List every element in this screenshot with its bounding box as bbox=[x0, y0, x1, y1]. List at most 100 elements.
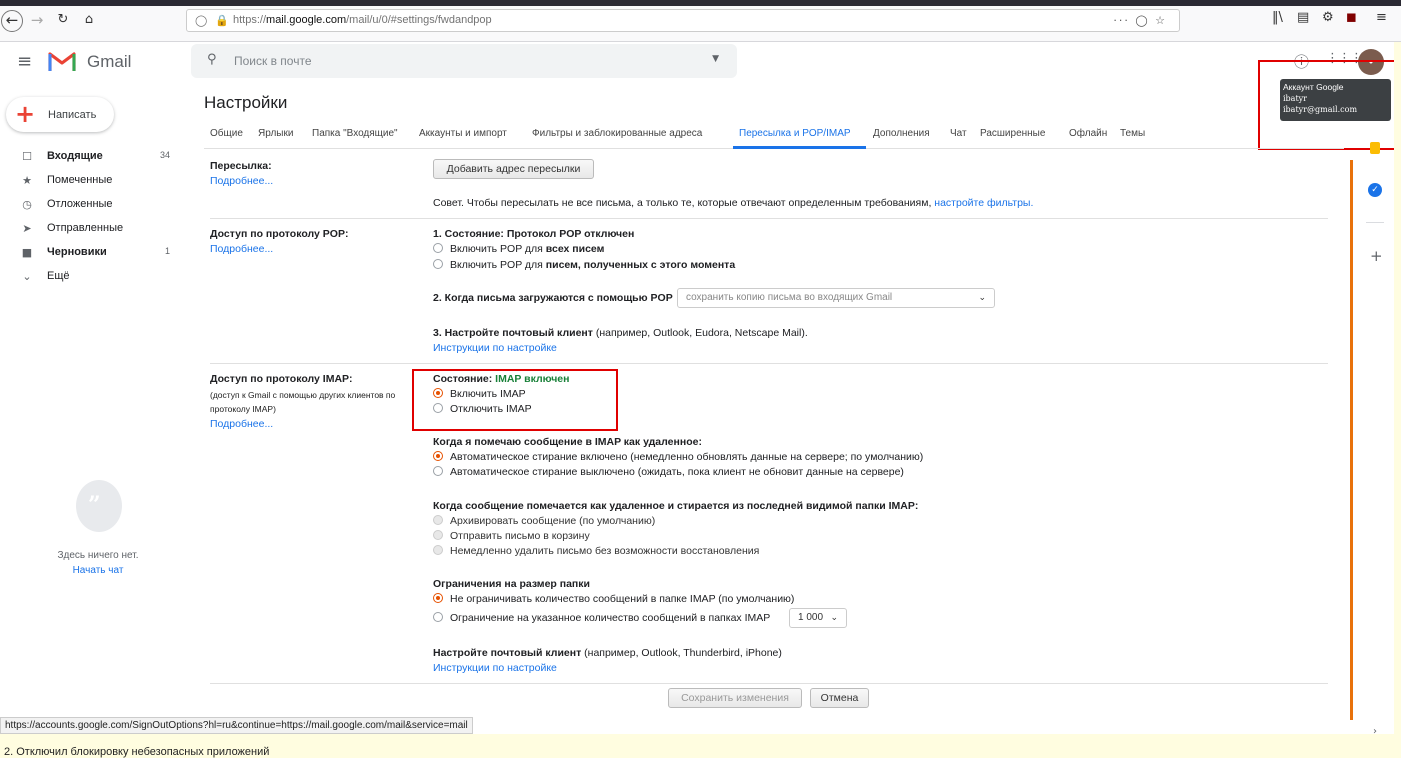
tab-6[interactable]: Дополнения bbox=[873, 128, 930, 139]
main-menu-icon[interactable]: ≡ bbox=[17, 51, 32, 72]
radio-checked-icon[interactable] bbox=[433, 451, 443, 461]
radio-icon[interactable] bbox=[433, 243, 443, 253]
sidebar-item-label: Помеченные bbox=[47, 174, 113, 186]
sidebar-item-count: 34 bbox=[159, 150, 170, 160]
imap-desc-1: (доступ к Gmail с помощью других клиенто… bbox=[210, 390, 396, 400]
imap-desc-2: протоколу IMAP) bbox=[210, 404, 276, 414]
tab-2[interactable]: Папка "Входящие" bbox=[312, 128, 398, 139]
tab-1[interactable]: Ярлыки bbox=[258, 128, 293, 139]
sidebar-item[interactable]: ⌄ Ещё bbox=[0, 265, 186, 289]
pop-instructions-link[interactable]: Инструкции по настройке bbox=[433, 342, 557, 354]
sidebar-icon[interactable]: ▤ bbox=[1297, 10, 1309, 25]
library-icon[interactable]: ‖\ bbox=[1272, 10, 1283, 25]
sidebar-item[interactable]: ■ Черновики 1 bbox=[0, 241, 186, 265]
home-button[interactable]: ⌂ bbox=[78, 9, 100, 31]
menu-icon[interactable]: ≡ bbox=[1376, 10, 1387, 25]
tab-10[interactable]: Темы bbox=[1120, 128, 1145, 139]
search-icon[interactable]: ⚲ bbox=[207, 52, 217, 67]
compose-button[interactable]: + Написать bbox=[6, 97, 114, 132]
add-forwarding-address-button[interactable]: Добавить адрес пересылки bbox=[433, 159, 594, 179]
tab-8[interactable]: Расширенные bbox=[980, 128, 1045, 139]
shield-icon: ◯ bbox=[195, 14, 208, 27]
chevron-down-icon: ⌄ bbox=[830, 613, 838, 623]
cancel-button[interactable]: Отмена bbox=[810, 688, 869, 708]
tasks-icon[interactable]: ✓ bbox=[1368, 183, 1382, 197]
keep-icon[interactable] bbox=[1370, 142, 1380, 154]
folder-limit-select[interactable]: 1 000 ⌄ bbox=[789, 608, 847, 628]
radio-icon[interactable] bbox=[433, 466, 443, 476]
forward-button[interactable]: → bbox=[26, 9, 48, 31]
auto-expunge-on-radio[interactable]: Автоматическое стирание включено (немедл… bbox=[433, 451, 923, 463]
expunge-trash-radio[interactable]: Отправить письмо в корзину bbox=[433, 530, 590, 542]
sidebar-item[interactable]: ☐ Входящие 34 bbox=[0, 145, 186, 169]
start-chat-link[interactable]: Начать чат bbox=[0, 565, 196, 576]
forwarding-more-link[interactable]: Подробнее... bbox=[210, 175, 273, 187]
inbox-icon: ☐ bbox=[22, 150, 32, 163]
tab-4[interactable]: Фильтры и заблокированные адреса bbox=[532, 128, 702, 139]
forwarding-tip: Совет. Чтобы пересылать не все письма, а… bbox=[433, 197, 1034, 209]
tab-7[interactable]: Чат bbox=[950, 128, 967, 139]
active-tab-indicator bbox=[733, 146, 866, 149]
radio-disabled-icon bbox=[433, 545, 443, 555]
search-options-icon[interactable]: ▼ bbox=[712, 54, 719, 64]
folder-size-title: Ограничения на размер папки bbox=[433, 578, 590, 590]
radio-icon[interactable] bbox=[433, 259, 443, 269]
side-pane bbox=[1394, 42, 1401, 758]
back-button[interactable]: ← bbox=[1, 10, 23, 32]
clock-icon: ◷ bbox=[22, 198, 32, 211]
tab-9[interactable]: Офлайн bbox=[1069, 128, 1107, 139]
pop-client-text: 3. Настройте почтовый клиент (например, … bbox=[433, 327, 808, 339]
sidebar-item-label: Отложенные bbox=[47, 198, 113, 210]
reload-button[interactable]: ↻ bbox=[52, 9, 74, 31]
limit-radio[interactable]: Ограничение на указанное количество сооб… bbox=[433, 612, 770, 624]
pop-title: Доступ по протоколу POP: bbox=[210, 228, 349, 240]
pop-action-select[interactable]: сохранить копию письма во входящих Gmail… bbox=[677, 288, 995, 308]
imap-instructions-link[interactable]: Инструкции по настройке bbox=[433, 662, 557, 674]
sidebar-item-label: Входящие bbox=[47, 150, 103, 162]
tab-3[interactable]: Аккаунты и импорт bbox=[419, 128, 507, 139]
pop-from-now-radio[interactable]: Включить POP для писем, полученных с это… bbox=[433, 259, 735, 271]
expunge-delete-radio[interactable]: Немедленно удалить письмо без возможност… bbox=[433, 545, 759, 557]
radio-checked-icon[interactable] bbox=[433, 593, 443, 603]
sidebar-item-label: Черновики bbox=[47, 246, 107, 258]
sidebar-item[interactable]: ◷ Отложенные bbox=[0, 193, 186, 217]
chat-empty-text: Здесь ничего нет. bbox=[57, 550, 139, 561]
radio-disabled-icon bbox=[433, 530, 443, 540]
imap-client-text: Настройте почтовый клиент (например, Out… bbox=[433, 647, 782, 659]
pop-all-radio[interactable]: Включить POP для всех писем bbox=[433, 243, 604, 255]
highlight-box-imap bbox=[412, 369, 618, 431]
add-addon-icon[interactable]: + bbox=[1370, 247, 1383, 265]
url-text: https://mail.google.com/mail/u/0/#settin… bbox=[233, 14, 492, 26]
section-divider bbox=[210, 683, 1328, 684]
page-actions-icon[interactable]: ··· ◯ ☆ bbox=[1113, 10, 1167, 31]
addon-divider bbox=[1366, 222, 1384, 223]
send-icon: ➤ bbox=[22, 222, 32, 235]
page-title: Настройки bbox=[204, 93, 288, 112]
radio-icon[interactable] bbox=[433, 612, 443, 622]
chevron-down-icon: ⌄ bbox=[978, 293, 986, 303]
no-limit-radio[interactable]: Не ограничивать количество сообщений в п… bbox=[433, 593, 794, 605]
caption-text: 2. Отключил блокировку небезопасных прил… bbox=[4, 746, 270, 758]
expunge-archive-radio[interactable]: Архивировать сообщение (по умолчанию) bbox=[433, 515, 655, 527]
extension-icon[interactable]: ⚙ bbox=[1322, 10, 1334, 25]
imap-title: Доступ по протоколу IMAP: bbox=[210, 373, 353, 385]
gmail-wordmark[interactable]: Gmail bbox=[87, 52, 131, 72]
search-input[interactable]: Поиск в почте bbox=[234, 54, 312, 68]
auto-expunge-off-radio[interactable]: Автоматическое стирание выключено (ожида… bbox=[433, 466, 904, 478]
create-filters-link[interactable]: настройте фильтры. bbox=[934, 197, 1033, 209]
pop-status: 1. Состояние: Протокол POP отключен bbox=[433, 228, 635, 240]
browser-toolbar: ← → ↻ ⌂ ◯ 🔒 https://mail.google.com/mail… bbox=[0, 0, 1401, 42]
sidebar-item[interactable]: ★ Помеченные bbox=[0, 169, 186, 193]
sidebar-item[interactable]: ➤ Отправленные bbox=[0, 217, 186, 241]
chevron-down-icon: ⌄ bbox=[22, 270, 32, 283]
save-changes-button[interactable]: Сохранить изменения bbox=[668, 688, 802, 708]
search-bar[interactable]: ⚲ Поиск в почте ▼ bbox=[191, 44, 737, 78]
ublock-icon[interactable]: ◼ bbox=[1346, 10, 1357, 25]
pop-more-link[interactable]: Подробнее... bbox=[210, 243, 273, 255]
tab-5[interactable]: Пересылка и POP/IMAP bbox=[739, 128, 851, 139]
plus-icon: + bbox=[15, 100, 36, 128]
url-bar[interactable]: ◯ 🔒 https://mail.google.com/mail/u/0/#se… bbox=[186, 9, 1180, 32]
gmail-logo-icon bbox=[48, 52, 76, 71]
tab-0[interactable]: Общие bbox=[210, 128, 243, 139]
imap-more-link[interactable]: Подробнее... bbox=[210, 418, 273, 430]
